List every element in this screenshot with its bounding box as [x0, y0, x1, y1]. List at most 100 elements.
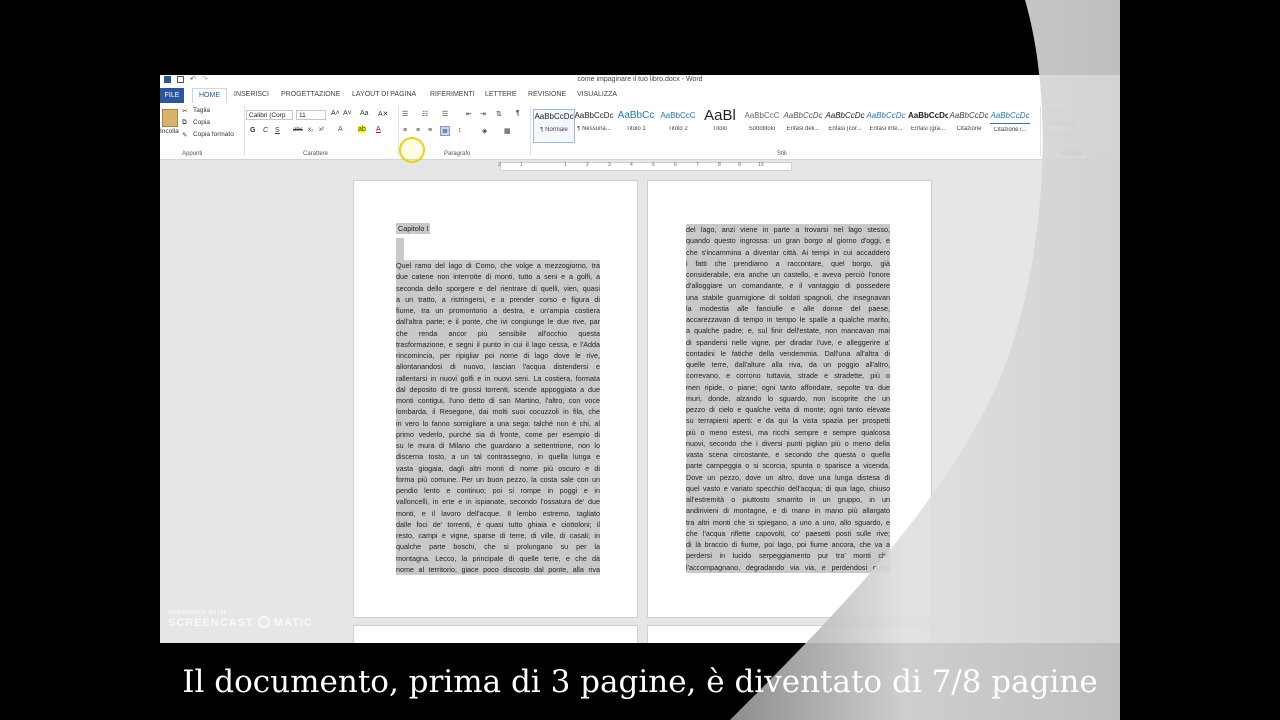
text-line[interactable]: l'accompagnano, degradando via via, e pe… — [686, 561, 890, 573]
text-line[interactable]: che renda ancor più sensibile all'occhio… — [396, 327, 600, 339]
text-line[interactable]: di là braccio di fiume, poi lago, poi fi… — [686, 539, 890, 551]
text-line[interactable]: vasta scena circostante, e secondo che q… — [686, 449, 890, 461]
text-line[interactable]: una stabile guarnigione di soldati spagn… — [686, 291, 890, 303]
text-line[interactable]: considerabile, era anche un castello, e … — [686, 269, 890, 281]
text-line[interactable]: dall'altra parte; e il ponte, che ivi co… — [396, 316, 600, 328]
shrink-font-icon[interactable]: A˅ — [343, 110, 352, 117]
highlight-icon[interactable]: ab — [358, 126, 366, 133]
text-line[interactable]: parte campeggia o si scorcia, spunta o s… — [686, 460, 890, 472]
text-line[interactable]: seconda dello sporgere e del rientrare d… — [396, 282, 600, 294]
style-sottotitolo[interactable]: AaBbCcC Sottotitolo — [742, 109, 782, 141]
copy-button[interactable]: Copia — [193, 119, 210, 126]
text-line[interactable]: perdersi in lucido serpeggiamento pur tr… — [686, 550, 890, 562]
strikethrough-icon[interactable]: abc — [293, 127, 303, 133]
replace-button[interactable]: Sostituisci — [1046, 120, 1075, 127]
select-button[interactable]: Seleziona — [1046, 132, 1075, 139]
text-line[interactable]: monti contigui, l'uno detto di san Marti… — [396, 395, 600, 407]
text-line[interactable]: accarezzavan di tempo in tempo le spalle… — [686, 314, 890, 326]
tab-revisione[interactable]: REVISIONE — [528, 91, 566, 98]
text-line[interactable]: allontanandosi di nuovo, lascian l'acqua… — [396, 361, 600, 373]
multilevel-list-icon[interactable]: ☲ — [442, 110, 448, 118]
find-button[interactable]: Trova — [1046, 108, 1062, 115]
text-line[interactable]: quando questo ingrossa: un gran borgo al… — [686, 235, 890, 247]
style-enfasi-delicata[interactable]: AaBbCcDc Enfasi deli... — [783, 109, 823, 141]
font-size-select[interactable]: 11 — [296, 110, 326, 120]
text-line[interactable]: Dove un pezzo, dove un altro, dove una l… — [686, 471, 890, 483]
increase-indent-icon[interactable]: ⇥ — [480, 110, 486, 118]
cut-button[interactable]: Taglia — [193, 107, 210, 114]
text-line[interactable]: due catene non interrotte di monti, tutt… — [396, 271, 600, 283]
line-spacing-icon[interactable]: ↕ — [458, 127, 462, 134]
cut-icon[interactable]: ✂ — [182, 107, 187, 115]
text-line[interactable]: i fatti che prendiamo a raccontare, quel… — [686, 257, 890, 269]
tab-layout[interactable]: LAYOUT DI PAGINA — [352, 91, 416, 98]
align-left-icon[interactable]: ≡ — [403, 127, 407, 134]
page-2-text[interactable]: del lago, anzi viene in parte a trovarsi… — [686, 224, 890, 573]
clear-format-icon[interactable]: A✕ — [378, 110, 389, 118]
text-line[interactable]: rallentarsi in nuovi golfi e in nuovi se… — [396, 372, 600, 384]
text-line[interactable]: montagna. Lecco, la principale di quelle… — [396, 552, 600, 564]
text-line[interactable]: su terrapieni aperti: e da qui la vista … — [686, 415, 890, 427]
superscript-icon[interactable]: x² — [319, 127, 324, 133]
text-line[interactable]: nuovi, secondo che i diversi punti pigli… — [686, 437, 890, 449]
text-line[interactable]: tra altri monti che si spiegano, a uno a… — [686, 516, 890, 528]
underline-button[interactable]: S — [275, 127, 280, 134]
text-line[interactable]: più o meno estesi, ma ricchi sempre e se… — [686, 426, 890, 438]
justify-icon[interactable]: ≣ — [440, 126, 450, 136]
text-line[interactable]: primo vederlo, purché sia di fronte, com… — [396, 428, 600, 440]
page-1-text[interactable]: Quel ramo del lago di Como, che volge a … — [396, 260, 600, 575]
style-enfasi-grassetto[interactable]: AaBbCcDc Enfasi (gra... — [908, 109, 948, 141]
tab-riferimenti[interactable]: RIFERIMENTI — [430, 91, 475, 98]
style-titolo-1[interactable]: AaBbCc Titolo 1 — [616, 109, 656, 141]
text-line[interactable]: nome al territorio, giace poco discosto … — [396, 563, 600, 575]
style-titolo[interactable]: AaBl Titolo — [700, 109, 740, 141]
style-citazione-intensa[interactable]: AaBbCcDc Citazione i... — [990, 109, 1030, 141]
text-line[interactable]: resto, campi e vigne, sparse di terre, d… — [396, 530, 600, 542]
text-line[interactable]: contadini le fatiche della vendemmia. Da… — [686, 347, 890, 359]
text-line[interactable]: andirivieni di montagne, e di mano in ma… — [686, 505, 890, 517]
tab-visualizza[interactable]: VISUALIZZA — [577, 91, 617, 98]
text-line[interactable]: monti, e il lavoro dell'acque. Il lembo … — [396, 507, 600, 519]
text-line[interactable]: quel vasto e variato specchio dell'acqua… — [686, 482, 890, 494]
text-line[interactable]: men ripide, o piane; ogni tanto affondat… — [686, 381, 890, 393]
text-line[interactable]: pezzo di cielo e qualche vetta di monte;… — [686, 404, 890, 416]
format-painter-icon[interactable]: ✎ — [182, 131, 187, 139]
font-name-select[interactable]: Calibri (Corp — [246, 110, 293, 120]
text-line[interactable]: d'alloggiare un comandante, e il vantagg… — [686, 280, 890, 292]
text-line[interactable]: pendio lento e continuo; poi si rompe in… — [396, 485, 600, 497]
paste-icon[interactable] — [162, 109, 178, 127]
style-nessuna[interactable]: AaBbCcDc ¶ Nessuna... — [574, 109, 614, 141]
bullets-icon[interactable]: ☰ — [402, 110, 408, 118]
text-line[interactable]: quelle terre, dall'alture alla riva, da … — [686, 359, 890, 371]
text-line[interactable]: muri, donde, alzando lo sguardo, non isc… — [686, 392, 890, 404]
text-line[interactable]: dal deposito di tre grossi torrenti, sce… — [396, 383, 600, 395]
sort-icon[interactable]: ⇅ — [496, 110, 502, 118]
text-line[interactable]: rincomincia, per ripigliar poi nome di l… — [396, 350, 600, 362]
text-line[interactable]: forma più comune. Per un buon pezzo, la … — [396, 473, 600, 485]
style-normale[interactable]: AaBbCcDc ¶ Normale — [533, 109, 575, 143]
subscript-icon[interactable]: x₂ — [308, 127, 313, 133]
text-line[interactable]: fiume, tra un promontorio a destra, e un… — [396, 305, 600, 317]
tab-progettazione[interactable]: PROGETTAZIONE — [281, 91, 340, 98]
document-page-3[interactable] — [353, 625, 638, 643]
text-line[interactable]: a un tratto, a ristringersi, e a prender… — [396, 293, 600, 305]
tab-home[interactable]: HOME — [192, 88, 227, 103]
document-page-1[interactable]: Capitolo I Quel ramo del lago di Como, c… — [353, 180, 638, 618]
paste-label[interactable]: Incolla — [160, 128, 179, 135]
style-citazione[interactable]: AaBbCcDc Citazione — [949, 109, 989, 141]
text-line[interactable]: Quel ramo del lago di Como, che volge a … — [396, 260, 600, 272]
text-line[interactable]: trasformazione, e segni il punto in cui … — [396, 338, 600, 350]
text-line[interactable]: la modestia alle fanciulle e alle donne … — [686, 302, 890, 314]
grow-font-icon[interactable]: A˄ — [331, 110, 340, 117]
style-enfasi-intensa[interactable]: AaBbCcDc Enfasi inte... — [866, 109, 906, 141]
text-effects-icon[interactable]: A — [338, 126, 343, 133]
text-line[interactable]: all'estremità o piuttosto smarrito in un… — [686, 494, 890, 506]
text-line[interactable]: discerna tosto, a un tal contrassegno, i… — [396, 451, 600, 463]
tab-file[interactable]: FILE — [160, 88, 184, 103]
text-line[interactable]: del lago, anzi viene in parte a trovarsi… — [686, 224, 890, 236]
align-right-icon[interactable]: ≡ — [428, 127, 432, 134]
text-line[interactable]: valloncelli, in erte e in ispianate, sec… — [396, 496, 600, 508]
format-painter-button[interactable]: Copia formato — [193, 131, 234, 138]
numbering-icon[interactable]: ☷ — [422, 110, 428, 118]
italic-button[interactable]: C — [263, 127, 268, 134]
